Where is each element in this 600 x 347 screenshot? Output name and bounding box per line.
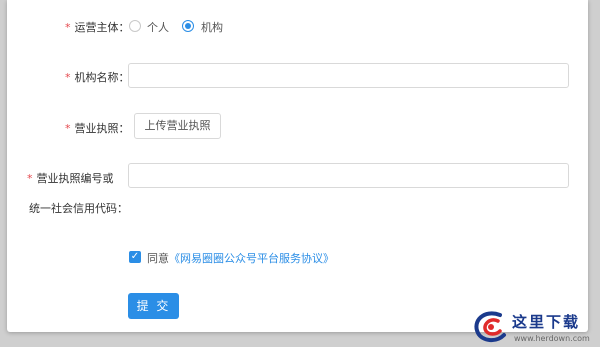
radio-organization[interactable] [182,20,194,32]
radio-personal[interactable] [129,20,141,32]
org-name-label: * 机构名称： [65,71,130,84]
required-mark: * [27,172,33,185]
radio-organization-label[interactable]: 机构 [201,19,223,35]
license-number-label-line1: * 营业执照编号或 [27,172,114,185]
upload-license-button[interactable]: 上传营业执照 [134,113,221,139]
required-mark: * [65,21,71,34]
operator-label: * 运营主体： [65,21,130,34]
agreement-text: 同意《网易圈圈公众号平台服务协议》 [147,252,334,265]
submit-button[interactable]: 提 交 [128,293,179,319]
radio-personal-label[interactable]: 个人 [147,19,169,35]
required-mark: * [65,71,71,84]
agreement-checkbox[interactable]: ✓ [129,251,141,263]
watermark-url: www.herdown.com [514,334,590,343]
form-panel: * 运营主体： 个人 机构 * 机构名称： * 营业执照： 上传营业执照 * 营业执照编… [7,0,588,332]
required-mark: * [65,122,71,135]
watermark-text: 这里下载 [512,313,581,331]
org-name-input[interactable] [128,63,569,88]
business-license-label: * 营业执照： [65,122,130,135]
license-number-label-line2: 统一社会信用代码： [29,202,128,215]
license-number-input[interactable] [128,163,569,188]
watermark-logo-icon [474,311,506,342]
service-agreement-link[interactable]: 《网易圈圈公众号平台服务协议》 [169,252,334,265]
